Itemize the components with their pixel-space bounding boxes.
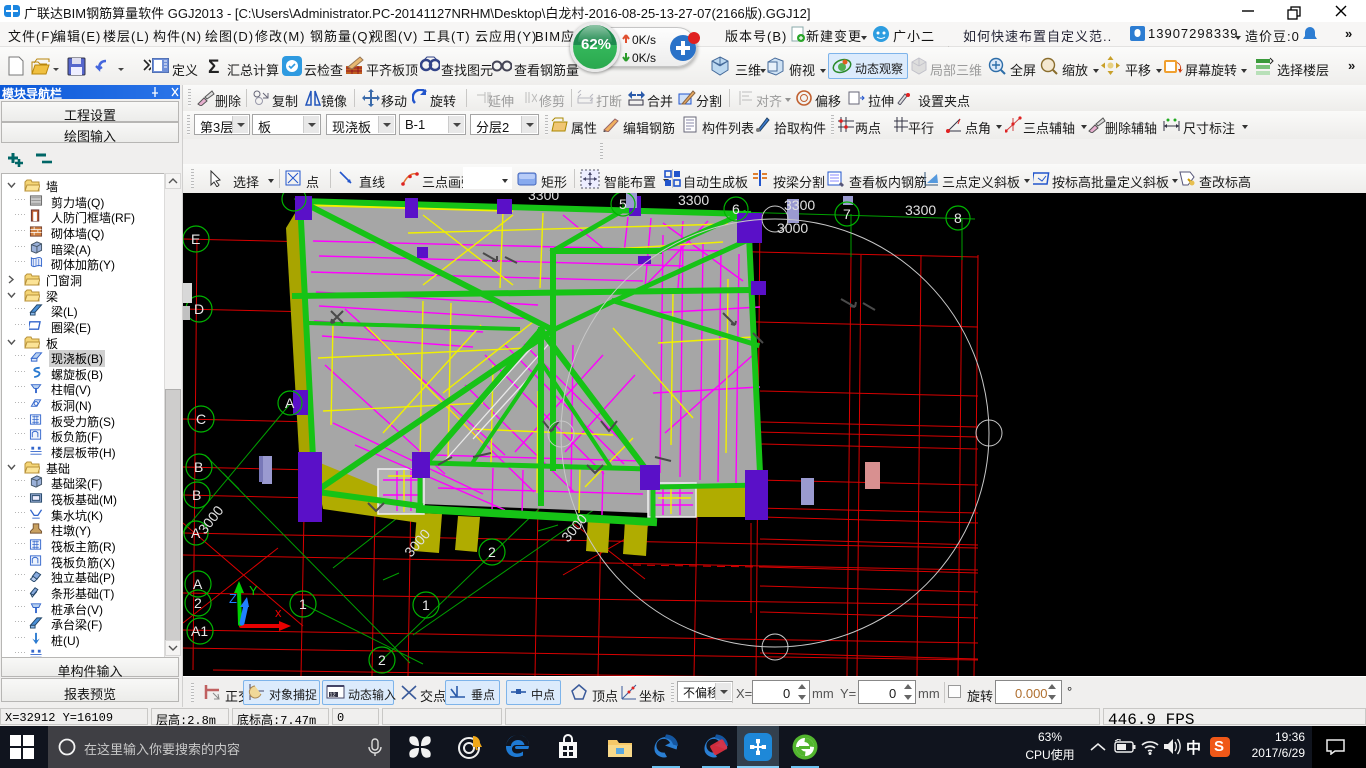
svg-text:5: 5 [619,196,627,212]
svg-text:3300: 3300 [784,197,815,213]
svg-text:1: 1 [422,597,430,613]
svg-text:2: 2 [378,652,386,668]
svg-text:3300: 3300 [678,193,709,208]
svg-text:Z: Z [229,591,237,606]
svg-text:B: B [194,459,203,475]
svg-text:2: 2 [194,595,202,611]
svg-text:Y: Y [249,583,258,598]
svg-text:A1: A1 [191,623,208,639]
svg-text:2: 2 [488,544,496,560]
svg-text:A: A [285,395,295,411]
svg-text:A: A [193,576,203,592]
svg-text:3300: 3300 [528,193,559,203]
svg-text:E: E [191,231,200,247]
svg-text:x: x [275,605,282,620]
svg-text:D: D [194,301,204,317]
svg-text:8: 8 [954,210,962,226]
svg-text:12: 12 [330,693,336,699]
svg-text:0K/s: 0K/s [632,51,656,65]
svg-text:C: C [196,411,206,427]
svg-text:1: 1 [299,596,307,612]
svg-text:6: 6 [732,201,740,217]
svg-text:7: 7 [843,206,851,222]
svg-text:3000: 3000 [777,220,808,236]
svg-text:3300: 3300 [905,202,936,218]
svg-text:0K/s: 0K/s [632,33,656,47]
svg-text:B: B [192,487,201,503]
